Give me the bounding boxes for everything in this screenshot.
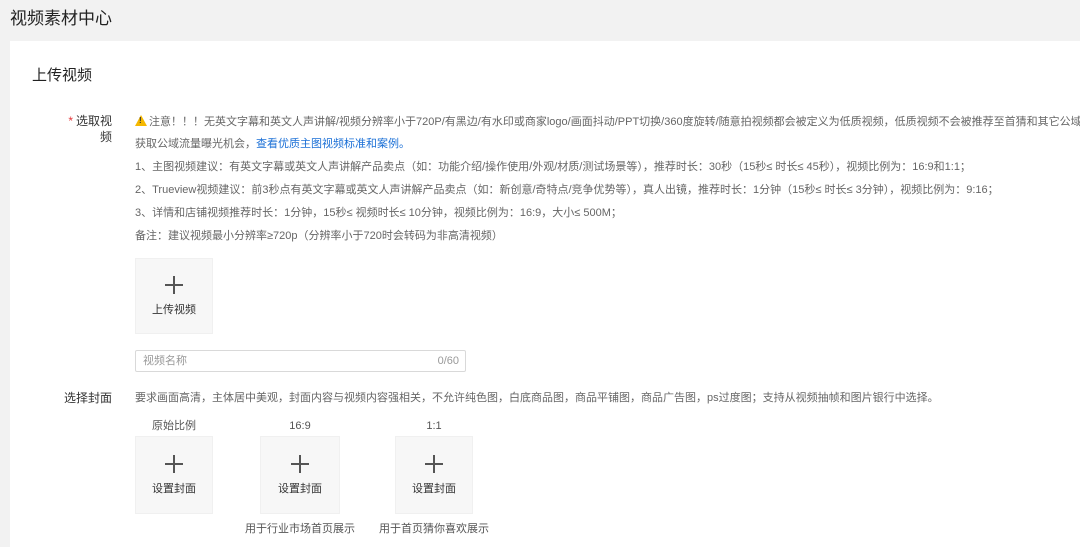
set-cover-16-9-button[interactable]: 设置封面 — [260, 436, 340, 514]
note-line-2-text: 获取公域流量曝光机会， — [135, 138, 256, 150]
note-line-4: 2、Trueview视频建议：前3秒点有英文字幕或英文人声讲解产品卖点（如：新创… — [135, 184, 999, 196]
video-requirements-notes: 注意！！！无英文字幕和英文人声讲解/视频分辨率小于720P/有黑边/有水印或商家… — [135, 115, 1080, 252]
char-counter: 0/60 — [437, 355, 459, 367]
note-warning-text: 注意！！！无英文字幕和英文人声讲解/视频分辨率小于720P/有黑边/有水印或商家… — [149, 116, 1080, 128]
cover-requirements: 要求画面高清，主体居中美观，封面内容与视频内容强相关，不允许纯色图，白底商品图，… — [135, 392, 939, 404]
cover-caption-1-1: 用于首页猜你喜欢展示 — [379, 523, 489, 535]
select-video-label: * 选取视频 — [60, 113, 112, 145]
upload-video-label: 上传视频 — [152, 303, 196, 316]
set-cover-label: 设置封面 — [412, 482, 456, 495]
standards-link[interactable]: 查看优质主图视频标准和案例。 — [256, 138, 410, 150]
select-cover-label: 选择封面 — [63, 391, 112, 405]
cover-ratio-1-1: 1:1 — [426, 420, 442, 432]
set-cover-label: 设置封面 — [278, 482, 322, 495]
video-name-field: 0/60 — [135, 350, 466, 372]
page-title: 视频素材中心 — [10, 9, 112, 28]
select-video-label-text: 选取视频 — [75, 114, 112, 144]
cover-ratio-original: 原始比例 — [152, 420, 196, 432]
plus-icon — [165, 454, 183, 473]
cover-ratio-16-9: 16:9 — [289, 420, 311, 432]
cover-caption-16-9: 用于行业市场首页展示 — [245, 523, 355, 535]
note-line-6: 备注：建议视频最小分辨率≥720p（分辨率小于720时会转码为非高清视频） — [135, 230, 503, 242]
upload-card: 上传视频 *选取视频 注意！！！无英文字幕和英文人声讲解/视频分辨率小于720P… — [10, 41, 1080, 547]
plus-icon — [425, 454, 443, 473]
required-mark: * — [68, 114, 73, 128]
plus-icon — [165, 275, 183, 294]
note-line-5: 3、详情和店铺视频推荐时长：1分钟，15秒≤ 视频时长≤ 10分钟，视频比例为：… — [135, 207, 622, 219]
set-cover-label: 设置封面 — [152, 482, 196, 495]
note-warning: 注意！！！无英文字幕和英文人声讲解/视频分辨率小于720P/有黑边/有水印或商家… — [135, 115, 1080, 129]
set-cover-1-1-button[interactable]: 设置封面 — [395, 436, 473, 514]
note-line-3: 1、主图视频建议：有英文字幕或英文人声讲解产品卖点（如：功能介绍/操作使用/外观… — [135, 161, 971, 173]
section-title: 上传视频 — [32, 67, 93, 84]
set-cover-original-button[interactable]: 设置封面 — [135, 436, 213, 514]
warning-triangle-icon — [135, 115, 147, 126]
upload-video-button[interactable]: 上传视频 — [135, 258, 213, 334]
video-name-input[interactable] — [136, 351, 426, 371]
plus-icon — [291, 454, 309, 473]
note-line-2: 获取公域流量曝光机会，查看优质主图视频标准和案例。 — [135, 137, 1080, 151]
